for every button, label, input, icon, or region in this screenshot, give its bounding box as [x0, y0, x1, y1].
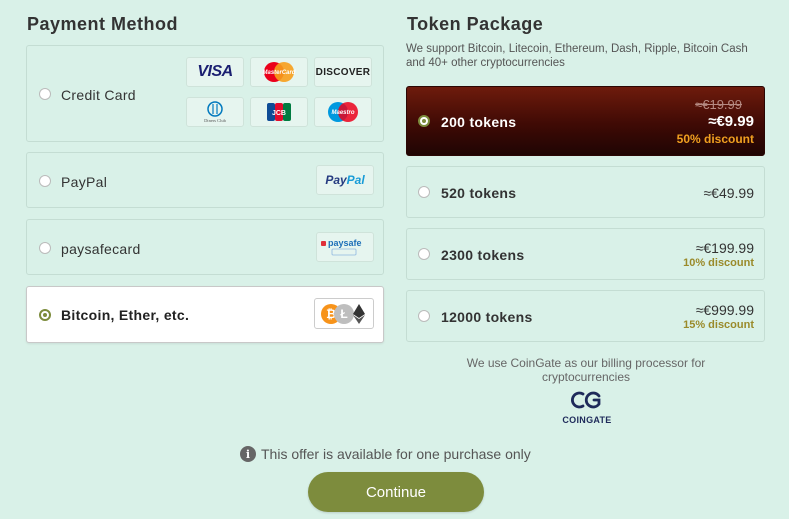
svg-text:Ł: Ł: [340, 307, 347, 321]
package-name: 12000 tokens: [441, 309, 533, 325]
package-2300-tokens[interactable]: 2300 tokens ≈€199.99 10% discount: [406, 228, 765, 280]
svg-text:Maestro: Maestro: [331, 110, 354, 116]
package-discount: 15% discount: [683, 319, 754, 331]
credit-card-label: Credit Card: [61, 87, 136, 103]
visa-logo: VISA: [186, 57, 244, 87]
offer-notice: i This offer is available for one purcha…: [240, 446, 531, 462]
package-discount: 10% discount: [683, 257, 754, 269]
svg-text:paysafe: paysafe: [328, 238, 362, 248]
maestro-icon: Maestro: [328, 102, 358, 122]
diners-club-icon: Diners Club: [204, 101, 227, 123]
jcb-icon: JCB: [267, 103, 291, 121]
offer-text: This offer is available for one purchase…: [261, 446, 531, 462]
maestro-logo: Maestro: [314, 97, 372, 127]
crypto-support-description: We support Bitcoin, Litecoin, Ethereum, …: [406, 43, 748, 69]
paysafecard-icon: paysafe: [321, 238, 362, 256]
svg-text:JCB: JCB: [272, 110, 286, 117]
package-price: ≈€199.99: [695, 240, 754, 256]
paysafecard-logo: paysafe: [316, 232, 374, 262]
paypal-logo: PayPal: [316, 165, 374, 195]
paypal-logo-text: PayPal: [325, 173, 365, 187]
coingate-wordmark: COINGATE: [562, 415, 612, 425]
mastercard-icon: MasterCard: [262, 62, 296, 82]
package-price: ≈€999.99: [695, 302, 754, 318]
package-12000-radio[interactable]: [418, 310, 430, 322]
package-discount: 50% discount: [676, 132, 754, 146]
continue-button[interactable]: Continue: [308, 472, 484, 512]
payment-option-credit-card[interactable]: Credit Card VISA MasterCard DISCOVER Din…: [26, 45, 384, 142]
package-520-radio[interactable]: [418, 186, 430, 198]
svg-text:MasterCard: MasterCard: [262, 70, 295, 76]
payment-option-paypal[interactable]: PayPal PayPal: [26, 152, 384, 208]
crypto-logos: ₿ Ł: [314, 298, 374, 329]
package-520-tokens[interactable]: 520 tokens ≈€49.99: [406, 166, 765, 218]
visa-logo-text: VISA: [197, 63, 233, 80]
package-2300-radio[interactable]: [418, 248, 430, 260]
discover-logo-text: DISCOVER: [315, 66, 371, 78]
diners-club-logo: Diners Club: [186, 97, 244, 127]
token-package-title: Token Package: [407, 14, 544, 34]
package-name: 2300 tokens: [441, 247, 525, 263]
package-200-radio[interactable]: [418, 115, 430, 127]
paypal-radio[interactable]: [39, 175, 51, 187]
paypal-label: PayPal: [61, 174, 108, 190]
payment-method-title: Payment Method: [27, 14, 179, 34]
crypto-coins-icon: ₿ Ł: [321, 303, 365, 324]
coingate-logo: COINGATE: [559, 390, 615, 425]
discover-logo: DISCOVER: [314, 57, 372, 87]
crypto-radio[interactable]: [39, 309, 51, 321]
payment-option-crypto[interactable]: Bitcoin, Ether, etc. ₿ Ł: [26, 286, 384, 343]
package-old-price: ≈€19.99: [695, 97, 742, 112]
paysafecard-label: paysafecard: [61, 241, 141, 257]
paysafecard-radio[interactable]: [39, 242, 51, 254]
coingate-icon: [571, 391, 601, 409]
info-icon: i: [240, 446, 256, 462]
mastercard-logo: MasterCard: [250, 57, 308, 87]
credit-card-radio[interactable]: [39, 88, 51, 100]
package-12000-tokens[interactable]: 12000 tokens ≈€999.99 15% discount: [406, 290, 765, 342]
package-200-tokens[interactable]: 200 tokens ≈€19.99 ≈€9.99 50% discount: [406, 86, 765, 156]
jcb-logo: JCB: [250, 97, 308, 127]
package-price: ≈€9.99: [708, 113, 754, 130]
coingate-billing-text: We use CoinGate as our billing processor…: [466, 356, 706, 384]
svg-text:Diners Club: Diners Club: [204, 118, 227, 123]
package-name: 520 tokens: [441, 185, 517, 201]
package-price: ≈€49.99: [703, 185, 754, 201]
package-name: 200 tokens: [441, 114, 517, 130]
crypto-label: Bitcoin, Ether, etc.: [61, 307, 190, 323]
payment-option-paysafecard[interactable]: paysafecard paysafe: [26, 219, 384, 275]
